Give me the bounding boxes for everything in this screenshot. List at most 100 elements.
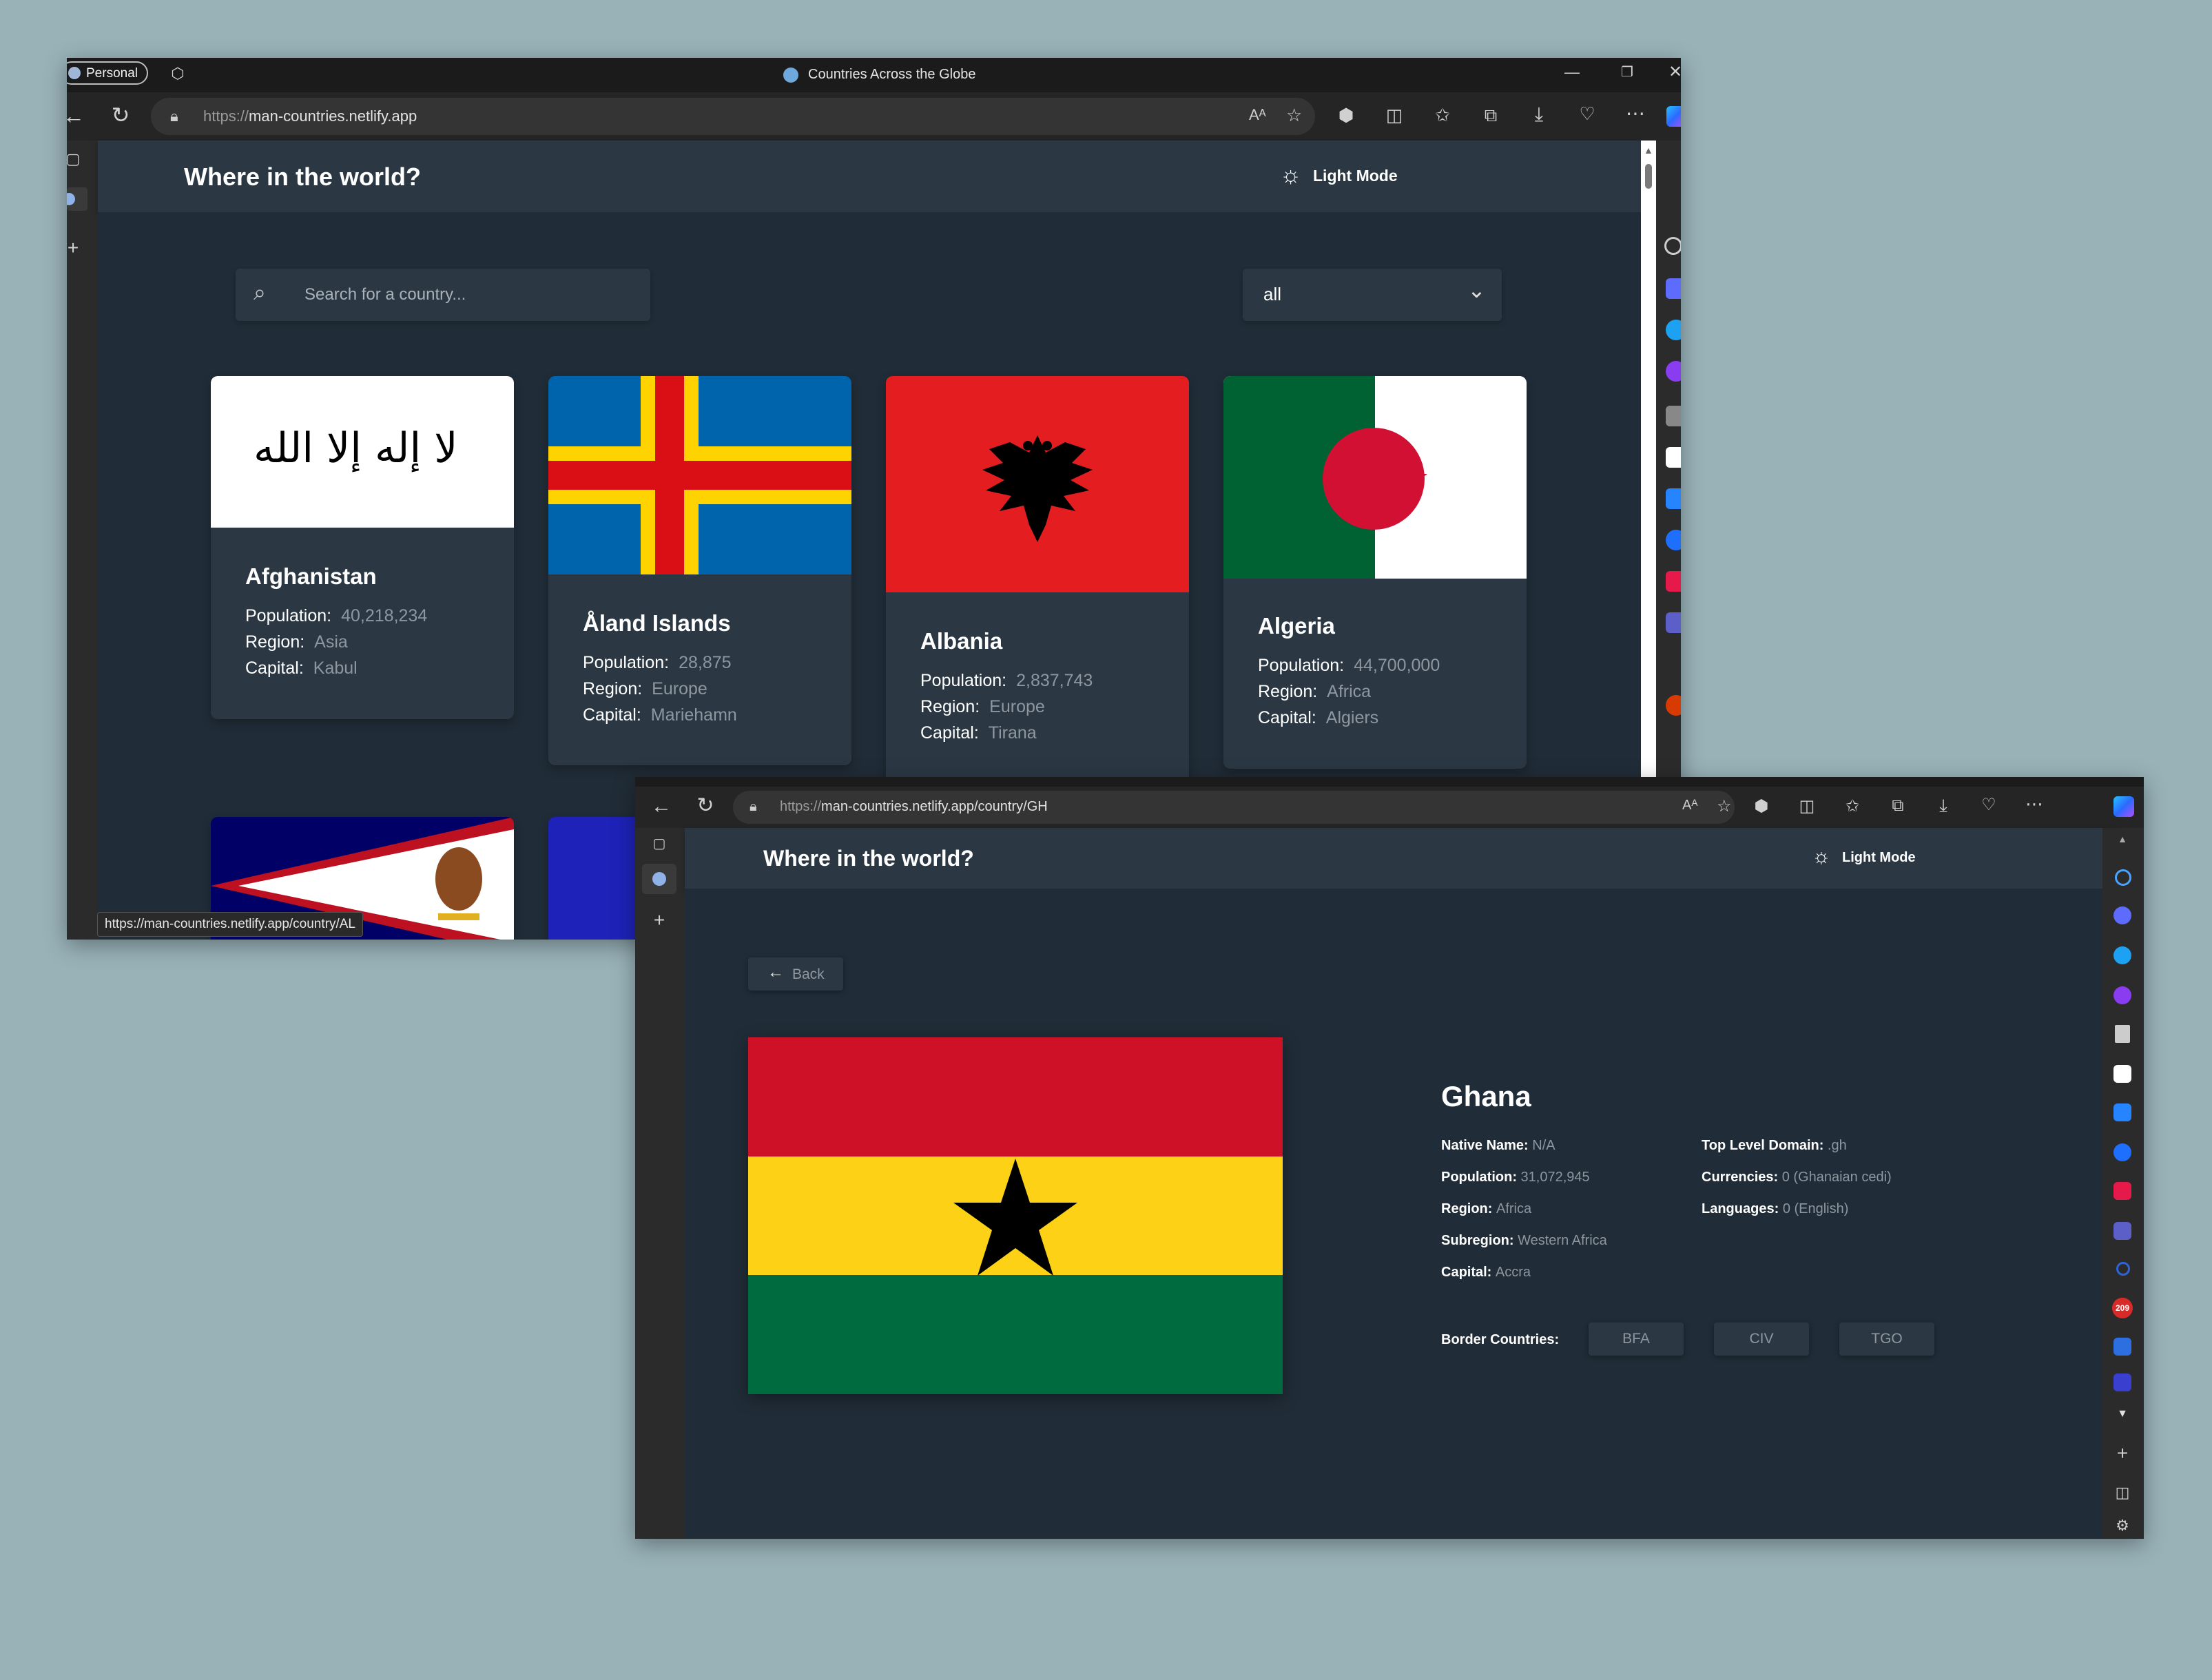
profile-button[interactable]: Personal <box>67 61 148 85</box>
utility-sidebar-icon[interactable] <box>2113 986 2131 1004</box>
region-line: Region: Africa <box>1441 1201 1532 1216</box>
country-name: Åland Islands <box>583 610 731 636</box>
trello-sidebar-icon[interactable] <box>2113 1103 2131 1121</box>
browser-essentials-icon[interactable]: ♡ <box>1575 103 1599 125</box>
mail-sidebar-icon[interactable] <box>1666 695 1681 716</box>
region-filter-select[interactable]: all ⌄ <box>1243 269 1502 321</box>
new-tab-icon[interactable]: + <box>67 237 83 259</box>
app-sidebar-icon[interactable] <box>2113 1373 2131 1391</box>
feather-sidebar-icon[interactable] <box>2115 1025 2130 1043</box>
scroll-up-arrow-icon[interactable]: ▲ <box>1644 145 1653 156</box>
restore-icon[interactable]: ❐ <box>1617 63 1637 81</box>
collections-icon[interactable]: ⧉ <box>1888 796 1908 816</box>
country-card[interactable]: Åland Islands Population: 28,875 Region: E… <box>548 376 851 765</box>
edge-sidebar-icon[interactable] <box>1666 320 1681 340</box>
tab-actions-icon[interactable]: ▢ <box>649 835 670 852</box>
copilot-icon[interactable] <box>2113 796 2134 817</box>
status-url-text: https://man-countries.netlify.app/countr… <box>105 917 355 931</box>
trello-sidebar-icon[interactable] <box>1666 488 1681 509</box>
search-sidebar-icon[interactable] <box>1664 237 1681 255</box>
edge-sidebar-icon[interactable] <box>2113 946 2131 964</box>
feather-sidebar-icon[interactable] <box>1666 406 1681 426</box>
search-icon: ⌕ <box>254 280 266 304</box>
border-country-tag[interactable]: CIV <box>1714 1323 1809 1356</box>
sparkle-sidebar-icon[interactable] <box>2113 1065 2131 1083</box>
hide-sidebar-icon[interactable]: ◫ <box>2112 1484 2133 1502</box>
copilot-icon[interactable] <box>1666 106 1681 127</box>
extensions-icon[interactable]: ⬢ <box>1751 796 1772 816</box>
bookmark-sidebar-icon[interactable] <box>2113 1338 2131 1356</box>
new-tab-icon[interactable]: + <box>649 909 670 931</box>
country-card[interactable]: Algeria Population: 44,700,000 Region: Afr… <box>1223 376 1527 769</box>
favorites-icon[interactable]: ✩ <box>1842 796 1863 816</box>
extensions-icon[interactable]: ⬢ <box>1334 105 1358 126</box>
profile-label: Personal <box>86 66 138 81</box>
split-screen-icon[interactable]: ◫ <box>1797 796 1817 816</box>
arrow-left-icon: ← <box>767 963 784 982</box>
refresh-icon[interactable]: ↻ <box>107 102 134 128</box>
browser-essentials-icon[interactable]: ♡ <box>1978 795 1999 815</box>
scroll-down-arrow-icon[interactable]: ▼ <box>2113 1408 2131 1420</box>
copilot-sidebar-icon[interactable] <box>1666 278 1681 299</box>
favorites-icon[interactable]: ✩ <box>1431 105 1454 126</box>
region-line: Region: Africa <box>1258 682 1372 701</box>
active-tab-favicon-icon[interactable] <box>67 187 87 211</box>
capital-line: Capital: Algiers <box>1258 708 1379 727</box>
notification-badge-icon[interactable]: 209 <box>2112 1298 2133 1318</box>
url-host: man-countries.netlify.app/country/GH <box>821 799 1048 814</box>
send-sidebar-icon[interactable] <box>2113 1182 2131 1200</box>
favorite-star-icon[interactable]: ☆ <box>1717 796 1732 816</box>
region-filter-value: all <box>1263 284 1282 304</box>
country-card[interactable]: ﻻ إله إلا الله Afghanistan Population: 40… <box>211 376 514 719</box>
search-input[interactable]: ⌕ Search for a country... <box>236 269 650 321</box>
copilot-sidebar-icon[interactable] <box>2113 906 2131 924</box>
more-menu-icon[interactable]: ⋯ <box>2024 794 2045 815</box>
downloads-icon[interactable]: ⤓ <box>1527 103 1551 126</box>
tab-actions-icon[interactable]: ▢ <box>67 150 83 168</box>
c-sidebar-icon[interactable] <box>2113 1143 2131 1161</box>
add-sidebar-icon[interactable]: + <box>2112 1442 2133 1464</box>
teams-sidebar-icon[interactable] <box>1666 612 1681 633</box>
send-sidebar-icon[interactable] <box>1666 571 1681 592</box>
app-header: Where in the world? ☼ Light Mode <box>98 141 1641 212</box>
utility-sidebar-icon[interactable] <box>1666 361 1681 382</box>
vertical-tabs-strip: ▢ + <box>635 828 685 1539</box>
teams-sidebar-icon[interactable] <box>2113 1222 2131 1240</box>
scrollbar-thumb[interactable] <box>1645 164 1652 189</box>
border-country-tag[interactable]: BFA <box>1589 1323 1684 1356</box>
back-arrow-icon[interactable]: ← <box>648 795 675 818</box>
scroll-up-arrow-icon[interactable]: ▲ <box>2113 833 2131 844</box>
back-button[interactable]: ← Back <box>748 957 843 991</box>
border-country-tag[interactable]: TGO <box>1839 1323 1934 1356</box>
app-header: Where in the world? ☼ Light Mode <box>685 828 2118 889</box>
workspaces-icon[interactable]: ⬡ <box>167 65 188 85</box>
more-menu-icon[interactable]: ⋯ <box>1624 102 1647 125</box>
close-icon[interactable]: ✕ <box>1665 62 1681 82</box>
minimize-icon[interactable]: — <box>1562 63 1582 81</box>
read-aloud-icon[interactable]: Aᴬ <box>1682 798 1697 813</box>
downloads-icon[interactable]: ⤓ <box>1933 795 1954 817</box>
settings-gear-icon[interactable]: ⚙ <box>2112 1517 2133 1535</box>
country-name: Albania <box>920 628 1003 654</box>
favorite-star-icon[interactable]: ☆ <box>1286 105 1302 126</box>
search-alt-sidebar-icon[interactable] <box>2116 1262 2130 1276</box>
search-sidebar-icon[interactable] <box>2115 869 2131 886</box>
population-line: Population: 2,837,743 <box>920 671 1093 690</box>
read-aloud-icon[interactable]: Aᴬ <box>1249 106 1266 124</box>
address-bar[interactable]: 🔒︎ https://man-countries.netlify.app Aᴬ … <box>151 98 1315 135</box>
flag-afghanistan: ﻻ إله إلا الله <box>211 376 514 528</box>
sun-icon: ☼ <box>1280 162 1302 188</box>
collections-icon[interactable]: ⧉ <box>1479 105 1502 127</box>
url-protocol: https:// <box>780 799 822 814</box>
back-arrow-icon[interactable]: ← <box>67 103 87 129</box>
sparkle-sidebar-icon[interactable] <box>1666 447 1681 468</box>
chevron-down-icon: ⌄ <box>1467 278 1486 302</box>
country-card[interactable]: Albania Population: 2,837,743 Region: Euro… <box>886 376 1189 789</box>
population-line: Population: 31,072,945 <box>1441 1170 1590 1185</box>
split-screen-icon[interactable]: ◫ <box>1383 105 1406 126</box>
address-bar[interactable]: 🔒︎ https://man-countries.netlify.app/cou… <box>733 791 1735 824</box>
refresh-icon[interactable]: ↻ <box>692 794 719 818</box>
back-button-label: Back <box>792 966 825 982</box>
c-sidebar-icon[interactable] <box>1666 530 1681 550</box>
active-tab-favicon-icon[interactable] <box>642 864 676 894</box>
